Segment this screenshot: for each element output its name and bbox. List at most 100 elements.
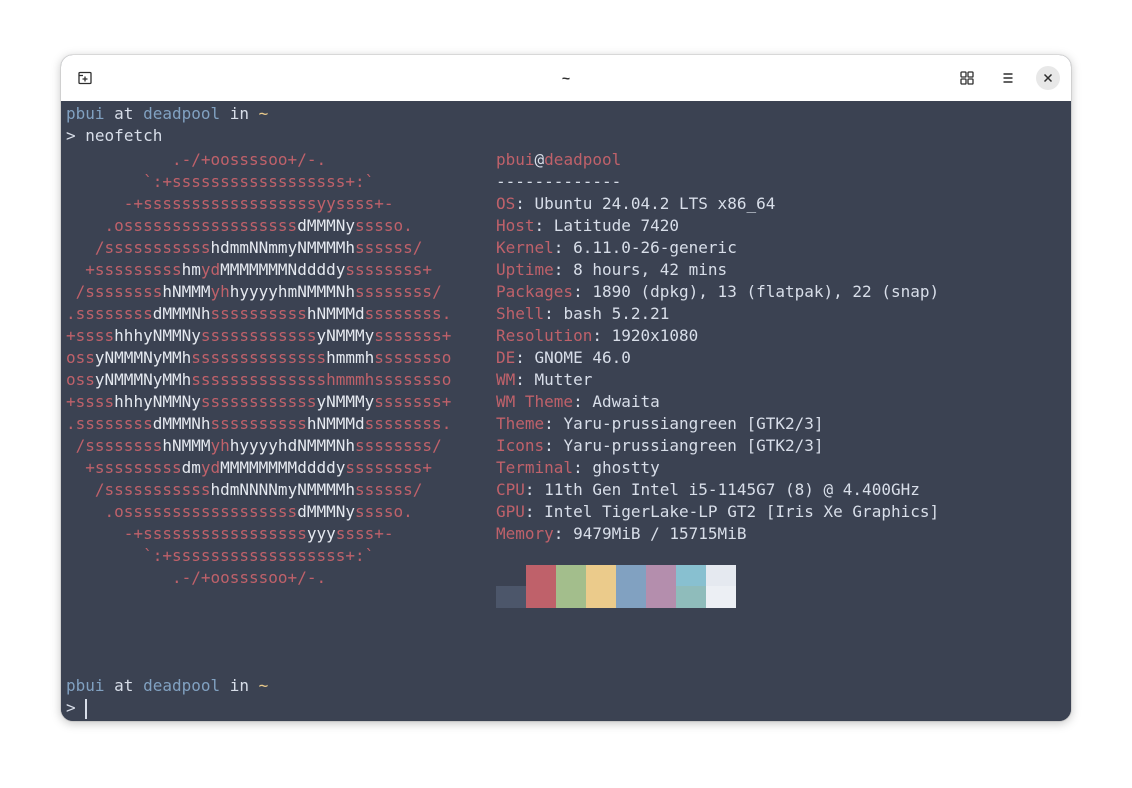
- color-swatch: [706, 565, 736, 587]
- ascii-art-row: /sssssssshNMMMyhhyyyyhmNMMMNhssssssss/: [66, 281, 451, 303]
- info-label: DE: [496, 348, 516, 367]
- ascii-art-row: .ssssssssdMMMNhsssssssssshNMMMdssssssss.: [66, 303, 451, 325]
- ascii-art-row: -+ssssssssssssssssssyyssss+-: [66, 193, 451, 215]
- ascii-art-segment: hNMMMd: [306, 304, 365, 323]
- ascii-art-segment: dMMMNy: [297, 216, 355, 235]
- info-field: Memory: 9479MiB / 15715MiB: [496, 523, 939, 545]
- ascii-art-segment: MMMMMMMMddddy: [220, 458, 346, 477]
- ascii-art-segment: sssssss+: [374, 392, 452, 411]
- ascii-art-segment: `:+ssssssssssssssssss+:`: [66, 546, 375, 565]
- color-swatch: [526, 565, 556, 587]
- ascii-art-segment: ssssss/: [355, 480, 423, 499]
- terminal-area[interactable]: pbui at deadpool in ~ > neofetch .-/+oos…: [61, 101, 1071, 721]
- header-bar: ~: [61, 55, 1071, 102]
- info-value: Adwaita: [592, 392, 660, 411]
- color-palette: [496, 565, 736, 608]
- info-label: OS: [496, 194, 516, 213]
- ascii-art-segment: sssso.: [354, 216, 413, 235]
- ascii-art-segment: +ssss: [66, 392, 115, 411]
- ascii-art-segment: -+sssssssssssssssss: [66, 524, 307, 543]
- ascii-art-segment: dMMMNh: [152, 304, 211, 323]
- info-value: Intel TigerLake-LP GT2 [Iris Xe Graphics…: [544, 502, 940, 521]
- ascii-art-segment: hyyyyhdNMMMNh: [229, 436, 355, 455]
- ascii-art-row: +sssshhhyNMMNyssssssssssssyNMMMysssssss+: [66, 391, 451, 413]
- info-colon: :: [573, 392, 593, 411]
- info-colon: :: [573, 282, 593, 301]
- info-colon: :: [534, 216, 554, 235]
- ascii-art-segment: ssssssss/: [355, 282, 442, 301]
- info-colon: :: [544, 414, 564, 433]
- ascii-art-segment: ssssssssssss: [200, 326, 317, 345]
- ascii-art-segment: hmmmh: [326, 348, 375, 367]
- ascii-art-segment: dm: [181, 458, 201, 477]
- info-label: GPU: [496, 502, 525, 521]
- info-colon: :: [515, 348, 535, 367]
- ascii-art-segment: .ossssssssssssssssss: [66, 216, 298, 235]
- close-button[interactable]: [1036, 66, 1060, 90]
- color-swatch: [586, 586, 616, 608]
- info-label: Host: [496, 216, 535, 235]
- color-swatch: [676, 586, 706, 608]
- ascii-art-segment: .ossssssssssssssssss: [66, 502, 298, 521]
- ascii-art-segment: +sssssssss: [66, 260, 182, 279]
- ascii-art-segment: ssssssss.: [364, 414, 452, 433]
- text-cursor: [85, 698, 88, 719]
- info-value: Yaru-prussiangreen [GTK2/3]: [563, 414, 824, 433]
- info-colon: :: [524, 480, 545, 499]
- command-text: neofetch: [85, 126, 163, 145]
- color-swatch: [496, 586, 526, 608]
- ascii-art-segment: hhhyNMMNy: [114, 392, 201, 411]
- info-colon: :: [592, 326, 612, 345]
- ascii-art-row: .ssssssssdMMMNhsssssssssshNMMMdssssssss.: [66, 413, 451, 435]
- tab-overview-button[interactable]: [953, 64, 981, 92]
- ascii-art-segment: ssssssss/: [355, 436, 442, 455]
- color-swatch: [616, 565, 646, 587]
- prompt-user: pbui: [66, 104, 105, 123]
- color-swatch: [706, 586, 736, 608]
- info-label: Uptime: [496, 260, 554, 279]
- ascii-art-segment: hNMMMd: [306, 414, 365, 433]
- prompt-dir: ~: [258, 676, 269, 695]
- ascii-art-segment: hdmmNNmmyNMMMMh: [210, 238, 356, 257]
- info-colon: :: [553, 238, 574, 257]
- ascii-art-segment: ssssssss+: [345, 458, 433, 477]
- info-field: GPU: Intel TigerLake-LP GT2 [Iris Xe Gra…: [496, 501, 939, 523]
- ascii-art-row: +ssssssssshmydMMMMMMMNddddyssssssss+: [66, 259, 451, 281]
- prompt-line-1: pbui at deadpool in ~: [66, 103, 268, 125]
- prompt-line-2: pbui at deadpool in ~: [66, 675, 268, 697]
- ascii-art-segment: yh: [210, 436, 230, 455]
- info-colon: :: [553, 524, 574, 543]
- ascii-art-row: .-/+oossssoo+/-.: [66, 567, 451, 589]
- ascii-art-segment: yNMMMNyMMh: [94, 370, 192, 389]
- info-host: deadpool: [544, 150, 622, 169]
- info-field: DE: GNOME 46.0: [496, 347, 939, 369]
- ascii-art-segment: /ssssssss: [66, 436, 163, 455]
- ubuntu-ascii-logo: .-/+oossssoo+/-. `:+ssssssssssssssssss+:…: [66, 149, 451, 589]
- ascii-art-row: ossyNMMMNyMMhsssssssssssssshmmmhssssssso: [66, 369, 451, 391]
- ascii-art-segment: ssssssssssss: [200, 392, 317, 411]
- ascii-art-segment: hm: [181, 260, 201, 279]
- ascii-art-segment: MMMMMMMNddddy: [220, 260, 346, 279]
- ascii-art-row: /ssssssssssshdmmNNmmyNMMMMhssssss/: [66, 237, 451, 259]
- ascii-art-segment: oss: [66, 370, 95, 389]
- info-field: Packages: 1890 (dpkg), 13 (flatpak), 22 …: [496, 281, 939, 303]
- info-colon: :: [515, 370, 535, 389]
- info-user: pbui: [496, 150, 535, 169]
- info-field: Shell: bash 5.2.21: [496, 303, 939, 325]
- main-menu-button[interactable]: [994, 64, 1022, 92]
- ascii-art-row: `:+ssssssssssssssssss+:`: [66, 171, 451, 193]
- ascii-art-segment: .-/+oossssoo+/-.: [66, 568, 327, 587]
- prompt-in: in: [220, 104, 259, 123]
- ascii-art-segment: /ssssssss: [66, 282, 163, 301]
- info-label: Icons: [496, 436, 545, 455]
- info-value: 6.11.0-26-generic: [573, 238, 737, 257]
- info-value: bash 5.2.21: [563, 304, 670, 323]
- ascii-art-segment: /sssssssssss: [66, 480, 211, 499]
- input-line[interactable]: >: [66, 697, 88, 719]
- ascii-art-segment: +sssssssss: [66, 458, 182, 477]
- ascii-art-row: .ossssssssssssssssssdMMMNysssso.: [66, 215, 451, 237]
- info-label: Packages: [496, 282, 574, 301]
- ascii-art-segment: ssssssss.: [364, 304, 452, 323]
- ascii-art-segment: -+ssssssssssssssssssyyssss+-: [66, 194, 394, 213]
- color-swatch: [556, 586, 586, 608]
